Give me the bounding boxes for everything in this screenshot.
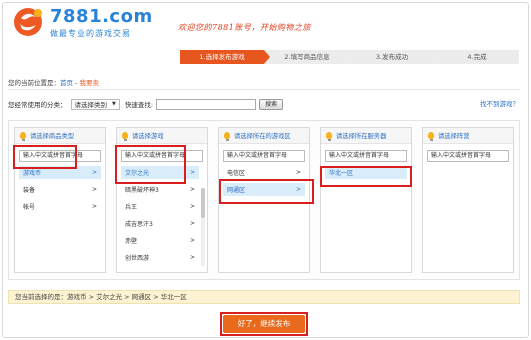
step-4: 4.完成 (435, 50, 519, 64)
list-item-label: 网通区 (227, 187, 246, 194)
column-header-label: 请选择游戏 (132, 133, 164, 140)
current-selection-bar: 您当前选择的是：游戏币 > 艾尔之光 > 网通区 > 华北一区 (8, 290, 520, 304)
divider (8, 89, 520, 90)
column-header: 请选择阵营 (423, 128, 513, 144)
column-header-label: 请选择所在服务器 (336, 133, 387, 140)
scrollbar-thumb[interactable] (201, 188, 205, 218)
list-item[interactable]: 网通区 > (223, 183, 305, 196)
list-item-label: 暗黑破坏神3 (125, 187, 159, 194)
column-search-input[interactable]: 输入中文或拼音首字母 (427, 150, 509, 162)
column-faction: 请选择阵营 输入中文或拼音首字母 (422, 127, 514, 273)
progress-steps: 1.选择发布游戏 2.填写商品信息 3.发布成功 4.完成 (180, 50, 520, 64)
list-item[interactable]: 电信区 > (223, 166, 305, 179)
list-item[interactable]: 暗黑破坏神3 > (121, 183, 199, 196)
list-item-label: 电信区 (227, 170, 246, 177)
list-item[interactable]: 游戏币 > (19, 166, 101, 179)
not-found-game-link[interactable]: 找不到游戏？ (480, 98, 519, 108)
list-item-label: 华北一区 (329, 170, 354, 177)
list-item-label: 游戏币 (23, 170, 42, 177)
chevron-right-icon: > (91, 186, 97, 193)
lightbulb-icon (122, 132, 128, 141)
list-item-label: 帐号 (23, 204, 36, 211)
search-button[interactable]: 搜索 (259, 98, 284, 110)
column-search-input[interactable]: 输入中文或拼音首字母 (19, 150, 101, 162)
column-server: 请选择所在服务器 输入中文或拼音首字母 华北一区 (320, 127, 412, 273)
chevron-down-icon: ▼ (112, 101, 116, 107)
logo-slogan: 做最专业的游戏交易 (50, 29, 131, 38)
list-item-label: 兵王 (125, 204, 138, 211)
site-logo[interactable]: 7881.com 做最专业的游戏交易 (12, 6, 152, 40)
breadcrumb-home-link[interactable]: 首页 (60, 79, 73, 87)
column-header: 请选择所在的游戏区 (219, 128, 309, 144)
column-product-type: 请选择商品类型 输入中文或拼音首字母 游戏币 > 装备 > 帐号 > (14, 127, 106, 273)
list-item[interactable]: 装备 > (19, 183, 101, 196)
list-item[interactable]: 华北一区 (325, 166, 407, 179)
breadcrumb: 您的当前位置是：首页 - 我要卖 (8, 77, 99, 87)
list-item[interactable]: 创世西游 > (121, 251, 199, 264)
column-search-input[interactable]: 输入中文或拼音首字母 (325, 150, 407, 162)
column-game: 请选择游戏 输入中文或拼音首字母 艾尔之光 > 暗黑破坏神3 > 兵王 > 成吉思汗3… (116, 127, 208, 273)
logo-name: 7881.com (50, 6, 153, 27)
lightbulb-icon (224, 132, 230, 141)
option-list: 艾尔之光 > 暗黑破坏神3 > 兵王 > 成吉思汗3 > 赤壁 > 创世西游 > (121, 166, 199, 264)
column-header: 请选择游戏 (117, 128, 207, 144)
breadcrumb-prefix: 您的当前位置是： (8, 79, 60, 87)
selection-panel: 请选择商品类型 输入中文或拼音首字母 游戏币 > 装备 > 帐号 > 请选择游戏 输入… (8, 120, 520, 280)
list-item[interactable]: 艾尔之光 > (121, 166, 199, 179)
list-item[interactable]: 赤壁 > (121, 234, 199, 247)
column-header: 请选择所在服务器 (321, 128, 411, 144)
chevron-right-icon: > (189, 254, 195, 261)
list-item[interactable]: 帐号 > (19, 200, 101, 213)
logo-mark-icon (14, 8, 42, 36)
chevron-right-icon: > (189, 220, 195, 227)
option-list: 游戏币 > 装备 > 帐号 > (19, 166, 101, 213)
chevron-right-icon: > (295, 169, 301, 176)
step-1: 1.选择发布游戏 (180, 50, 270, 64)
scrollbar[interactable] (201, 188, 205, 266)
list-item-label: 赤壁 (125, 238, 138, 245)
chevron-right-icon: > (189, 169, 195, 176)
chevron-right-icon: > (295, 186, 301, 193)
continue-publish-button[interactable]: 好了，继续发布 (223, 315, 305, 333)
column-header: 请选择商品类型 (15, 128, 105, 144)
selection-path: 游戏币 > 艾尔之光 > 网通区 > 华北一区 (67, 293, 187, 301)
column-header-label: 请选择商品类型 (30, 133, 75, 140)
column-game-zone: 请选择所在的游戏区 输入中文或拼音首字母 电信区 > 网通区 > (218, 127, 310, 273)
option-list: 电信区 > 网通区 > (223, 166, 305, 196)
list-item-label: 装备 (23, 187, 36, 194)
column-search-input[interactable]: 输入中文或拼音首字母 (121, 150, 203, 162)
list-item-label: 成吉思汗3 (125, 221, 153, 228)
selection-prefix: 您当前选择的是： (15, 293, 67, 301)
list-item[interactable]: 兵王 > (121, 200, 199, 213)
category-select[interactable]: 请选择类别 ▼ (70, 98, 120, 110)
lightbulb-icon (326, 132, 332, 141)
chevron-right-icon: > (91, 169, 97, 176)
list-item-label: 创世西游 (125, 255, 150, 262)
column-header-label: 请选择阵营 (438, 133, 470, 140)
list-item-label: 艾尔之光 (125, 170, 150, 177)
breadcrumb-current: 我要卖 (79, 79, 99, 87)
chevron-right-icon: > (189, 237, 195, 244)
chevron-right-icon: > (91, 203, 97, 210)
lightbulb-icon (428, 132, 434, 141)
option-list: 华北一区 (325, 166, 407, 179)
frequent-category-label: 您经常使用的分类： (8, 101, 67, 109)
quick-search-label: 快速查找: (124, 101, 154, 109)
list-item[interactable]: 成吉思汗3 > (121, 217, 199, 230)
column-header-label: 请选择所在的游戏区 (234, 133, 291, 140)
category-row: 您经常使用的分类： 请选择类别 ▼ 快速查找: 搜索 (8, 98, 284, 110)
chevron-right-icon: > (189, 203, 195, 210)
quick-search-input[interactable] (156, 98, 257, 110)
step-2: 2.填写商品信息 (265, 50, 355, 64)
lightbulb-icon (20, 132, 26, 141)
welcome-message: 欢迎您的7881账号，开始购物之旅 (178, 23, 311, 32)
step-3: 3.发布成功 (350, 50, 440, 64)
category-select-value: 请选择类别 (74, 101, 108, 109)
chevron-right-icon: > (189, 186, 195, 193)
column-search-input[interactable]: 输入中文或拼音首字母 (223, 150, 305, 162)
